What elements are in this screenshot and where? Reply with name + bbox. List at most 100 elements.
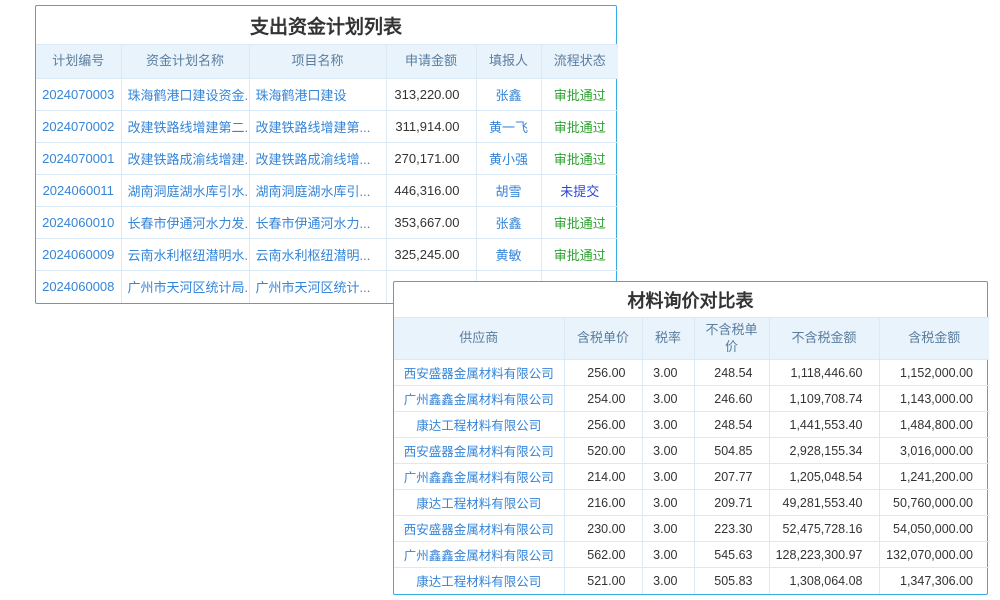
column-header: 流程状态 <box>541 45 618 79</box>
plan-no-link[interactable]: 2024060011 <box>36 175 121 207</box>
supplier-link[interactable]: 西安盛器金属材料有限公司 <box>394 516 564 542</box>
plan-no-link[interactable]: 2024060010 <box>36 207 121 239</box>
project-name-link[interactable]: 珠海鹤港口建设 <box>249 79 386 111</box>
table-row: 2024070002改建铁路线增建第二...改建铁路线增建第...311,914… <box>36 111 618 143</box>
plan-no-link[interactable]: 2024060008 <box>36 271 121 303</box>
project-name-link[interactable]: 改建铁路线增建第... <box>249 111 386 143</box>
project-name-link[interactable]: 湖南洞庭湖水库引... <box>249 175 386 207</box>
table-row: 广州鑫鑫金属材料有限公司254.003.00246.601,109,708.74… <box>394 386 989 412</box>
table-row: 2024060010长春市伊通河水力发...长春市伊通河水力...353,667… <box>36 207 618 239</box>
column-header: 填报人 <box>476 45 541 79</box>
expenditure-plan-card: 支出资金计划列表 计划编号资金计划名称项目名称申请金额填报人流程状态 20240… <box>35 5 617 304</box>
plan-no-link[interactable]: 2024070002 <box>36 111 121 143</box>
supplier-link[interactable]: 康达工程材料有限公司 <box>394 490 564 516</box>
table-row: 广州鑫鑫金属材料有限公司214.003.00207.771,205,048.54… <box>394 464 989 490</box>
amount-cell: 311,914.00 <box>386 111 476 143</box>
unit-price-incl-cell: 562.00 <box>564 542 642 568</box>
plan-no-link[interactable]: 2024070001 <box>36 143 121 175</box>
unit-price-incl-cell: 230.00 <box>564 516 642 542</box>
project-name-link[interactable]: 云南水利枢纽潜明... <box>249 239 386 271</box>
table-row: 西安盛器金属材料有限公司230.003.00223.3052,475,728.1… <box>394 516 989 542</box>
amount-cell: 446,316.00 <box>386 175 476 207</box>
fund-plan-name-link[interactable]: 珠海鹤港口建设资金... <box>121 79 249 111</box>
status-link[interactable]: 审批通过 <box>541 79 618 111</box>
column-header: 不含税单价 <box>694 318 769 360</box>
supplier-link[interactable]: 康达工程材料有限公司 <box>394 412 564 438</box>
table-row: 西安盛器金属材料有限公司256.003.00248.541,118,446.60… <box>394 360 989 386</box>
amount-excl-cell: 1,118,446.60 <box>769 360 879 386</box>
unit-price-excl-cell: 246.60 <box>694 386 769 412</box>
amount-excl-cell: 49,281,553.40 <box>769 490 879 516</box>
column-header: 供应商 <box>394 318 564 360</box>
amount-cell: 270,171.00 <box>386 143 476 175</box>
fund-plan-name-link[interactable]: 湖南洞庭湖水库引水... <box>121 175 249 207</box>
amount-excl-cell: 128,223,300.97 <box>769 542 879 568</box>
reporter-cell: 张鑫 <box>476 79 541 111</box>
tax-rate-cell: 3.00 <box>642 412 694 438</box>
amount-incl-cell: 3,016,000.00 <box>879 438 989 464</box>
unit-price-incl-cell: 214.00 <box>564 464 642 490</box>
plan-table: 计划编号资金计划名称项目名称申请金额填报人流程状态 2024070003珠海鹤港… <box>36 44 618 303</box>
status-link[interactable]: 审批通过 <box>541 239 618 271</box>
column-header: 计划编号 <box>36 45 121 79</box>
plan-table-title: 支出资金计划列表 <box>36 6 616 44</box>
reporter-cell: 胡雪 <box>476 175 541 207</box>
fund-plan-name-link[interactable]: 广州市天河区统计局... <box>121 271 249 303</box>
table-row: 2024070003珠海鹤港口建设资金...珠海鹤港口建设313,220.00张… <box>36 79 618 111</box>
table-row: 2024070001改建铁路成渝线增建...改建铁路成渝线增...270,171… <box>36 143 618 175</box>
tax-rate-cell: 3.00 <box>642 516 694 542</box>
status-link[interactable]: 审批通过 <box>541 207 618 239</box>
unit-price-excl-cell: 504.85 <box>694 438 769 464</box>
amount-cell: 353,667.00 <box>386 207 476 239</box>
unit-price-incl-cell: 520.00 <box>564 438 642 464</box>
fund-plan-name-link[interactable]: 改建铁路线增建第二... <box>121 111 249 143</box>
supplier-link[interactable]: 广州鑫鑫金属材料有限公司 <box>394 464 564 490</box>
supplier-link[interactable]: 康达工程材料有限公司 <box>394 568 564 594</box>
amount-incl-cell: 50,760,000.00 <box>879 490 989 516</box>
unit-price-incl-cell: 256.00 <box>564 360 642 386</box>
amount-cell: 313,220.00 <box>386 79 476 111</box>
tax-rate-cell: 3.00 <box>642 542 694 568</box>
supplier-link[interactable]: 广州鑫鑫金属材料有限公司 <box>394 542 564 568</box>
status-link[interactable]: 未提交 <box>541 175 618 207</box>
amount-excl-cell: 1,109,708.74 <box>769 386 879 412</box>
table-row: 2024060011湖南洞庭湖水库引水...湖南洞庭湖水库引...446,316… <box>36 175 618 207</box>
unit-price-excl-cell: 223.30 <box>694 516 769 542</box>
project-name-link[interactable]: 改建铁路成渝线增... <box>249 143 386 175</box>
status-link[interactable]: 审批通过 <box>541 111 618 143</box>
fund-plan-name-link[interactable]: 改建铁路成渝线增建... <box>121 143 249 175</box>
amount-excl-cell: 52,475,728.16 <box>769 516 879 542</box>
plan-no-link[interactable]: 2024060009 <box>36 239 121 271</box>
fund-plan-name-link[interactable]: 云南水利枢纽潜明水... <box>121 239 249 271</box>
column-header: 含税单价 <box>564 318 642 360</box>
tax-rate-cell: 3.00 <box>642 490 694 516</box>
supplier-link[interactable]: 广州鑫鑫金属材料有限公司 <box>394 386 564 412</box>
supplier-link[interactable]: 西安盛器金属材料有限公司 <box>394 438 564 464</box>
amount-incl-cell: 1,241,200.00 <box>879 464 989 490</box>
amount-incl-cell: 1,484,800.00 <box>879 412 989 438</box>
project-name-link[interactable]: 广州市天河区统计... <box>249 271 386 303</box>
unit-price-excl-cell: 207.77 <box>694 464 769 490</box>
plan-table-header-row: 计划编号资金计划名称项目名称申请金额填报人流程状态 <box>36 45 618 79</box>
fund-plan-name-link[interactable]: 长春市伊通河水力发... <box>121 207 249 239</box>
amount-excl-cell: 1,205,048.54 <box>769 464 879 490</box>
column-header: 项目名称 <box>249 45 386 79</box>
table-row: 康达工程材料有限公司216.003.00209.7149,281,553.405… <box>394 490 989 516</box>
amount-incl-cell: 1,347,306.00 <box>879 568 989 594</box>
unit-price-excl-cell: 209.71 <box>694 490 769 516</box>
quote-table: 供应商含税单价税率不含税单价不含税金额含税金额 西安盛器金属材料有限公司256.… <box>394 317 989 594</box>
project-name-link[interactable]: 长春市伊通河水力... <box>249 207 386 239</box>
table-row: 康达工程材料有限公司256.003.00248.541,441,553.401,… <box>394 412 989 438</box>
amount-incl-cell: 1,143,000.00 <box>879 386 989 412</box>
tax-rate-cell: 3.00 <box>642 360 694 386</box>
table-row: 西安盛器金属材料有限公司520.003.00504.852,928,155.34… <box>394 438 989 464</box>
supplier-link[interactable]: 西安盛器金属材料有限公司 <box>394 360 564 386</box>
status-link[interactable]: 审批通过 <box>541 143 618 175</box>
material-quote-card: 材料询价对比表 供应商含税单价税率不含税单价不含税金额含税金额 西安盛器金属材料… <box>393 281 988 595</box>
unit-price-excl-cell: 248.54 <box>694 412 769 438</box>
column-header: 含税金额 <box>879 318 989 360</box>
plan-no-link[interactable]: 2024070003 <box>36 79 121 111</box>
table-row: 广州鑫鑫金属材料有限公司562.003.00545.63128,223,300.… <box>394 542 989 568</box>
unit-price-excl-cell: 545.63 <box>694 542 769 568</box>
column-header: 不含税金额 <box>769 318 879 360</box>
